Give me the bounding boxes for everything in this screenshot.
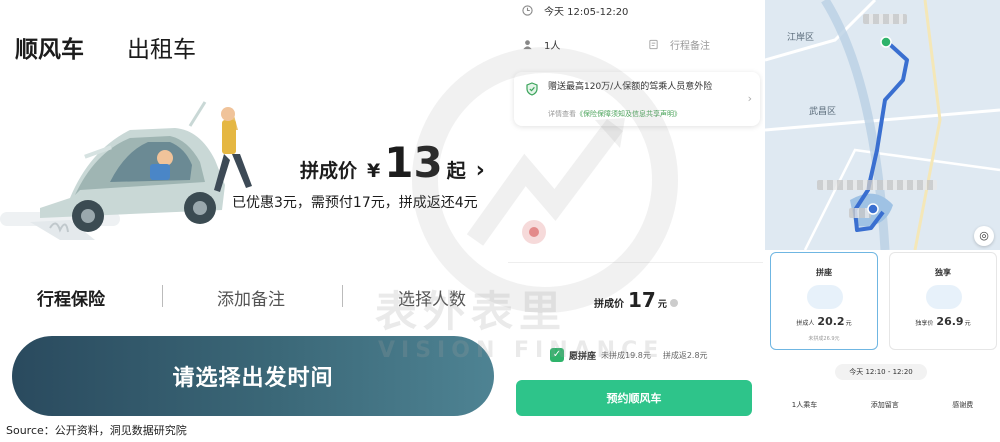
price-value: 13 [384,138,443,187]
split-price-unit: 元 [657,300,667,310]
carpool-price-value: 20.2 [817,315,845,328]
ride-option-carpool[interactable]: 拼座 拼成人 20.2 元 未拼成26.9元 [770,252,878,350]
price-suffix: 起 [446,160,466,182]
watermark-cn: 表外表里 [375,287,568,336]
carpool-people-icon [807,285,843,309]
exclusive-price: 独享价 26.9 元 [890,315,996,328]
option-leave-message[interactable]: 添加留言 [871,400,899,416]
note-icon [649,39,658,50]
split-price-value: 17 [628,288,656,312]
carpool-price: 拼成人 20.2 元 [771,315,877,328]
insurance-text: 赠送最高120万/人保额的驾乘人员意外险 [548,82,713,92]
info-icon [669,299,678,307]
people-count: 1人 [544,41,561,52]
panel-map-route: 江岸区 武昌区 ◎ 拼座 拼成人 20.2 元 未拼成26.9元 独享 独享价 … [765,0,1000,420]
car-illustration [0,101,252,240]
start-pin-icon [880,36,892,48]
insurance-subtext: 详情查看《保险保障须知及信息共享声明》 [548,109,681,119]
route-map[interactable]: 江岸区 武昌区 ◎ [765,0,1000,250]
map-label-jiangan: 江岸区 [787,33,815,43]
trip-note-text: 行程备注 [670,41,710,52]
option-thanks-fee[interactable]: 感谢费 [952,400,973,416]
split-price-label: 拼成价 [594,299,624,310]
departure-time-text: 今天 12:05-12:20 [544,7,629,18]
divider [162,285,163,307]
departure-time-row[interactable]: 今天 12:05-12:20 [522,3,628,18]
carpool-price-unit: 元 [845,320,852,327]
book-hitch-ride-button[interactable]: 预约顺风车 [516,380,752,416]
option-passengers[interactable]: 1人乘车 [792,400,817,416]
map-label-wuchang: 武昌区 [809,107,837,117]
watermark-en: VISION FINANCE [378,338,665,363]
chevron-right-icon: › [475,158,485,183]
person-icon [523,40,532,50]
locate-icon[interactable]: ◎ [974,226,994,246]
insurance-sub-prefix: 详情查看 [548,110,576,118]
price-currency: ¥ [367,160,381,182]
clock-icon [522,5,533,16]
time-pill[interactable]: 今天 12:10 - 12:20 [835,364,927,380]
tab-hitch-ride-label: 顺风车 [15,37,84,63]
end-pin-icon [867,203,879,215]
exclusive-price-value: 26.9 [936,315,964,328]
tab-taxi[interactable]: 出租车 [127,30,196,64]
carpool-unmatched-price: 未拼成26.9元 [808,336,840,342]
discount-text: 已优惠3元，需预付17元，拼成返还4元 [232,195,478,211]
price-row[interactable]: 拼成价 ¥ 13 起 › [300,142,485,184]
chevron-right-icon: › [747,92,752,105]
insurance-terms-link[interactable]: 《保险保障须知及信息共享声明》 [576,110,681,118]
carpool-title: 拼座 [816,268,832,277]
blurred-label [817,180,937,190]
exclusive-title: 独享 [935,268,951,277]
exclusive-price-label: 独享价 [915,320,934,327]
option-trip-insurance[interactable]: 行程保险 [37,285,105,310]
exclusive-price-unit: 元 [964,320,971,327]
split-price[interactable]: 拼成价 17 元 [594,288,678,312]
people-row[interactable]: 1人 [522,37,560,52]
price-label: 拼成价 [300,160,358,182]
blurred-label [863,14,907,24]
carpool-price-label: 拼成人 [796,320,815,327]
assistant-bubble-icon[interactable] [522,220,546,244]
source-caption: Source：公开资料，洞见数据研究院 [6,424,187,437]
option-add-note[interactable]: 添加备注 [217,285,285,310]
tab-hitch-ride[interactable]: 顺风车 [8,30,86,70]
split-return: 拼成返2.8元 [662,350,708,360]
shield-icon [526,82,538,96]
exclusive-person-icon [926,285,962,309]
bottom-options: 1人乘车 添加留言 感谢费 [765,400,1000,416]
ride-option-exclusive[interactable]: 独享 独享价 26.9 元 [889,252,997,350]
divider [342,285,343,307]
trip-note-row[interactable]: 行程备注 [648,37,710,52]
insurance-card[interactable]: 赠送最高120万/人保额的驾乘人员意外险 详情查看《保险保障须知及信息共享声明》… [514,72,760,126]
